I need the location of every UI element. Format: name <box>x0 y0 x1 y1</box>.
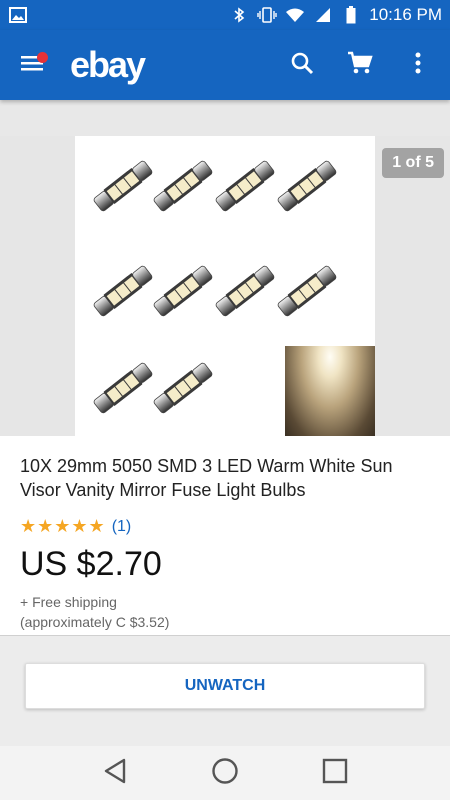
product-image[interactable] <box>75 136 375 436</box>
review-count-link[interactable]: (1) <box>112 518 132 536</box>
status-bar: 10:16 PM <box>0 0 450 30</box>
back-icon <box>102 757 128 790</box>
home-button[interactable] <box>207 755 243 791</box>
signal-icon <box>313 7 333 23</box>
cart-icon <box>347 51 373 80</box>
unwatch-button[interactable]: UNWATCH <box>25 663 425 709</box>
search-button[interactable] <box>288 51 316 79</box>
rating-row[interactable]: ★★★★★ (1) <box>20 516 430 537</box>
status-time: 10:16 PM <box>369 5 442 24</box>
back-button[interactable] <box>97 755 133 791</box>
more-vert-icon <box>414 51 422 80</box>
bulb-lit-inset-image <box>285 346 375 436</box>
image-gallery[interactable]: 1 of 5 <box>0 136 450 436</box>
vibrate-icon <box>257 7 277 23</box>
star-rating: ★★★★★ <box>20 516 106 536</box>
image-page-indicator: 1 of 5 <box>382 148 444 178</box>
shipping-info: + Free shipping <box>20 594 117 610</box>
notification-dot <box>37 52 48 63</box>
battery-icon <box>341 6 361 24</box>
approx-price: (approximately C $3.52) <box>20 614 170 630</box>
ebay-logo[interactable]: ebay <box>70 44 146 86</box>
search-icon <box>290 51 314 80</box>
wifi-icon <box>285 7 305 23</box>
listing-title: 10X 29mm 5050 SMD 3 LED Warm White Sun V… <box>20 456 393 500</box>
system-nav-bar <box>0 746 450 800</box>
cart-button[interactable] <box>346 51 374 79</box>
bluetooth-icon <box>229 7 249 23</box>
image-icon <box>8 7 28 23</box>
recents-button[interactable] <box>317 755 353 791</box>
home-icon <box>211 757 239 790</box>
action-area: UNWATCH <box>0 636 450 746</box>
menu-button[interactable] <box>18 50 48 80</box>
more-options-button[interactable] <box>404 51 432 79</box>
app-bar: ebay <box>0 30 450 100</box>
recents-icon <box>322 758 348 789</box>
price: US $2.70 <box>20 545 162 583</box>
listing-details: 10X 29mm 5050 SMD 3 LED Warm White Sun V… <box>0 436 450 636</box>
